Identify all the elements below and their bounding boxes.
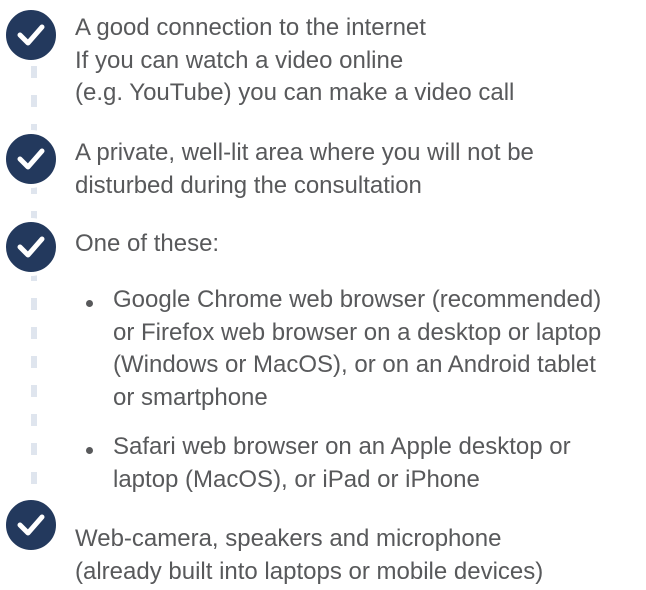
checklist-item-hardware: Web-camera, speakers and microphone (alr… bbox=[75, 523, 543, 588]
subitem-text-line: laptop (MacOS), or iPad or iPhone bbox=[113, 465, 480, 493]
item-text-line: A private, well-lit area where you will … bbox=[75, 139, 534, 166]
subitem-text-line: or smartphone bbox=[113, 383, 268, 411]
subitem-chrome-firefox: Google Chrome web browser (recommended) … bbox=[113, 284, 601, 414]
checkmark-circle-icon bbox=[4, 498, 58, 552]
subitem-text-line: (Windows or MacOS), or on an Android tab… bbox=[113, 351, 596, 378]
item-text-line: If you can watch a video online bbox=[75, 46, 404, 74]
subitem-text-line: Safari web browser on an Apple desktop o… bbox=[113, 433, 571, 460]
bullet-icon bbox=[86, 447, 93, 454]
item-text-line: One of these: bbox=[75, 230, 220, 257]
subitem-text-line: or Firefox web browser on a desktop or l… bbox=[113, 318, 602, 346]
item-text-line: disturbed during the consultation bbox=[75, 171, 422, 199]
checkmark-circle-icon bbox=[4, 220, 58, 274]
item-text-line: (already built into laptops or mobile de… bbox=[75, 557, 544, 585]
subitem-text-line: Google Chrome web browser (recommended) bbox=[113, 286, 602, 313]
requirements-checklist: A good connection to the internet If you… bbox=[0, 0, 646, 590]
item-text-line: A good connection to the internet bbox=[75, 14, 426, 41]
checkmark-circle-icon bbox=[4, 132, 58, 186]
checklist-item-browser: One of these: bbox=[75, 228, 219, 261]
bullet-icon bbox=[86, 300, 93, 307]
item-text-line: (e.g. YouTube) you can make a video call bbox=[75, 79, 515, 106]
checkmark-circle-icon bbox=[4, 8, 58, 62]
item-text-line: Web-camera, speakers and microphone bbox=[75, 525, 502, 552]
subitem-safari: Safari web browser on an Apple desktop o… bbox=[113, 431, 571, 496]
checklist-item-private-area: A private, well-lit area where you will … bbox=[75, 137, 534, 202]
checklist-item-internet: A good connection to the internet If you… bbox=[75, 12, 514, 110]
